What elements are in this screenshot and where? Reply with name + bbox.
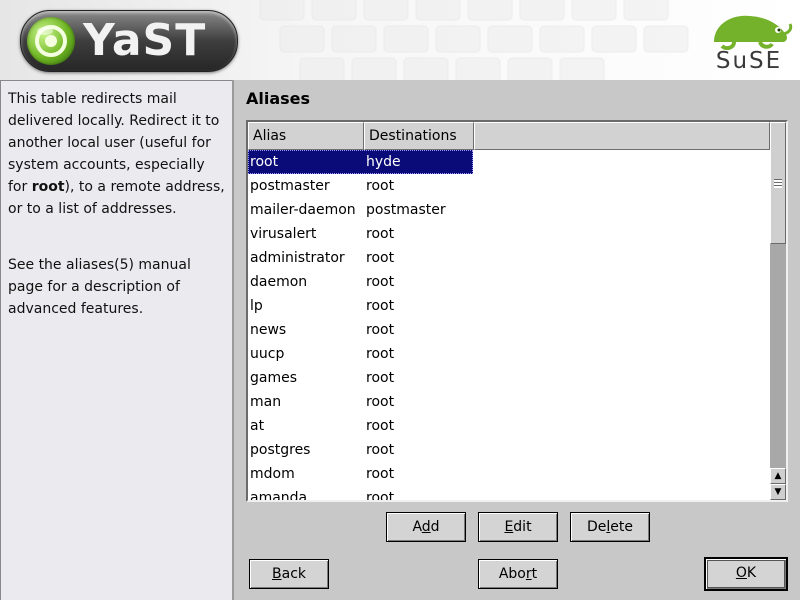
destination-cell: root: [366, 490, 395, 502]
alias-cell: postmaster: [250, 178, 330, 194]
table-header: Alias Destinations: [248, 122, 770, 150]
destination-cell: hyde: [366, 154, 401, 170]
alias-cell: games: [250, 370, 298, 386]
yast-logo-text: YaST: [83, 15, 207, 66]
table-row[interactable]: uucp root: [248, 342, 473, 366]
destination-cell: root: [366, 274, 395, 290]
page-title: Aliases: [246, 89, 311, 108]
default-button-focus-frame: [707, 560, 785, 588]
table-row[interactable]: news root: [248, 318, 473, 342]
destination-cell: postmaster: [366, 202, 446, 218]
alias-cell: mailer-daemon: [250, 202, 356, 218]
alias-cell: news: [250, 322, 287, 338]
scroll-down-arrow-icon[interactable]: ▼: [770, 484, 786, 500]
help-paragraph: This table redirects mail delivered loca…: [8, 88, 228, 220]
help-pane: This table redirects mail delivered loca…: [0, 80, 234, 600]
alias-cell: postgres: [250, 442, 311, 458]
help-bold-root: root: [31, 179, 65, 195]
destination-cell: root: [366, 442, 395, 458]
alias-cell: at: [250, 418, 265, 434]
column-header-alias[interactable]: Alias: [248, 122, 364, 150]
alias-cell: amanda: [250, 490, 308, 502]
table-row[interactable]: games root: [248, 366, 473, 390]
table-row[interactable]: root hyde: [248, 150, 473, 174]
vertical-scrollbar[interactable]: ▲ ▼: [770, 122, 786, 500]
alias-cell: daemon: [250, 274, 308, 290]
table-row[interactable]: lp root: [248, 294, 473, 318]
scrollbar-thumb[interactable]: [770, 122, 786, 244]
alias-cell: lp: [250, 298, 263, 314]
suse-logo: SuSE: [704, 8, 794, 74]
button-label: ete: [610, 519, 633, 535]
table-row[interactable]: postmaster root: [248, 174, 473, 198]
button-mnemonic: B: [272, 566, 282, 582]
ok-button[interactable]: OK: [704, 557, 788, 591]
alias-cell: man: [250, 394, 282, 410]
destination-cell: root: [366, 226, 395, 242]
column-header-destinations[interactable]: Destinations: [364, 122, 474, 150]
button-label: De: [586, 519, 607, 535]
yast-ball-icon: [27, 17, 75, 65]
help-paragraph: See the aliases(5) manual page for a des…: [8, 257, 191, 317]
button-label: t: [531, 566, 538, 582]
button-label: dit: [513, 519, 532, 535]
table-row[interactable]: postgres root: [248, 438, 473, 462]
table-row[interactable]: virusalert root: [248, 222, 473, 246]
edit-button[interactable]: Edit: [478, 512, 558, 542]
yast-logo: YaST: [20, 10, 238, 72]
destination-cell: root: [366, 322, 395, 338]
header-banner: YaST SuSE: [0, 0, 800, 80]
destination-cell: root: [366, 298, 395, 314]
destination-cell: root: [366, 178, 395, 194]
suse-logo-text: SuSE: [715, 48, 783, 74]
abort-button[interactable]: Abort: [478, 559, 558, 589]
destination-cell: root: [366, 370, 395, 386]
aliases-table[interactable]: Alias Destinations root hyde postmaster roo…: [246, 120, 788, 502]
destination-cell: root: [366, 466, 395, 482]
destination-cell: root: [366, 418, 395, 434]
grip-icon: [774, 179, 782, 188]
alias-cell: mdom: [250, 466, 295, 482]
destination-cell: root: [366, 346, 395, 362]
table-row[interactable]: at root: [248, 414, 473, 438]
table-row[interactable]: administrator root: [248, 246, 473, 270]
chameleon-icon: [714, 15, 793, 50]
alias-cell: virusalert: [250, 226, 317, 242]
table-row[interactable]: daemon root: [248, 270, 473, 294]
button-label: d: [430, 519, 440, 535]
table-row[interactable]: mdom root: [248, 462, 473, 486]
alias-cell: root: [250, 154, 279, 170]
back-button[interactable]: Back: [249, 559, 329, 589]
button-mnemonic: d: [421, 519, 431, 535]
button-label: A: [412, 519, 422, 535]
button-mnemonic: E: [504, 519, 514, 535]
destination-cell: root: [366, 250, 395, 266]
button-label: Abo: [498, 566, 526, 582]
table-row[interactable]: man root: [248, 390, 473, 414]
column-header-filler: [474, 122, 770, 150]
table-row[interactable]: amanda root: [248, 486, 473, 502]
keyboard-background-graphic: [259, 0, 689, 80]
button-label: ack: [281, 566, 306, 582]
destination-cell: root: [366, 394, 395, 410]
alias-cell: administrator: [250, 250, 345, 266]
scroll-up-arrow-icon[interactable]: ▲: [770, 468, 786, 484]
add-button[interactable]: Add: [386, 512, 466, 542]
table-row[interactable]: mailer-daemon postmaster: [248, 198, 473, 222]
delete-button[interactable]: Delete: [570, 512, 650, 542]
alias-cell: uucp: [250, 346, 285, 362]
